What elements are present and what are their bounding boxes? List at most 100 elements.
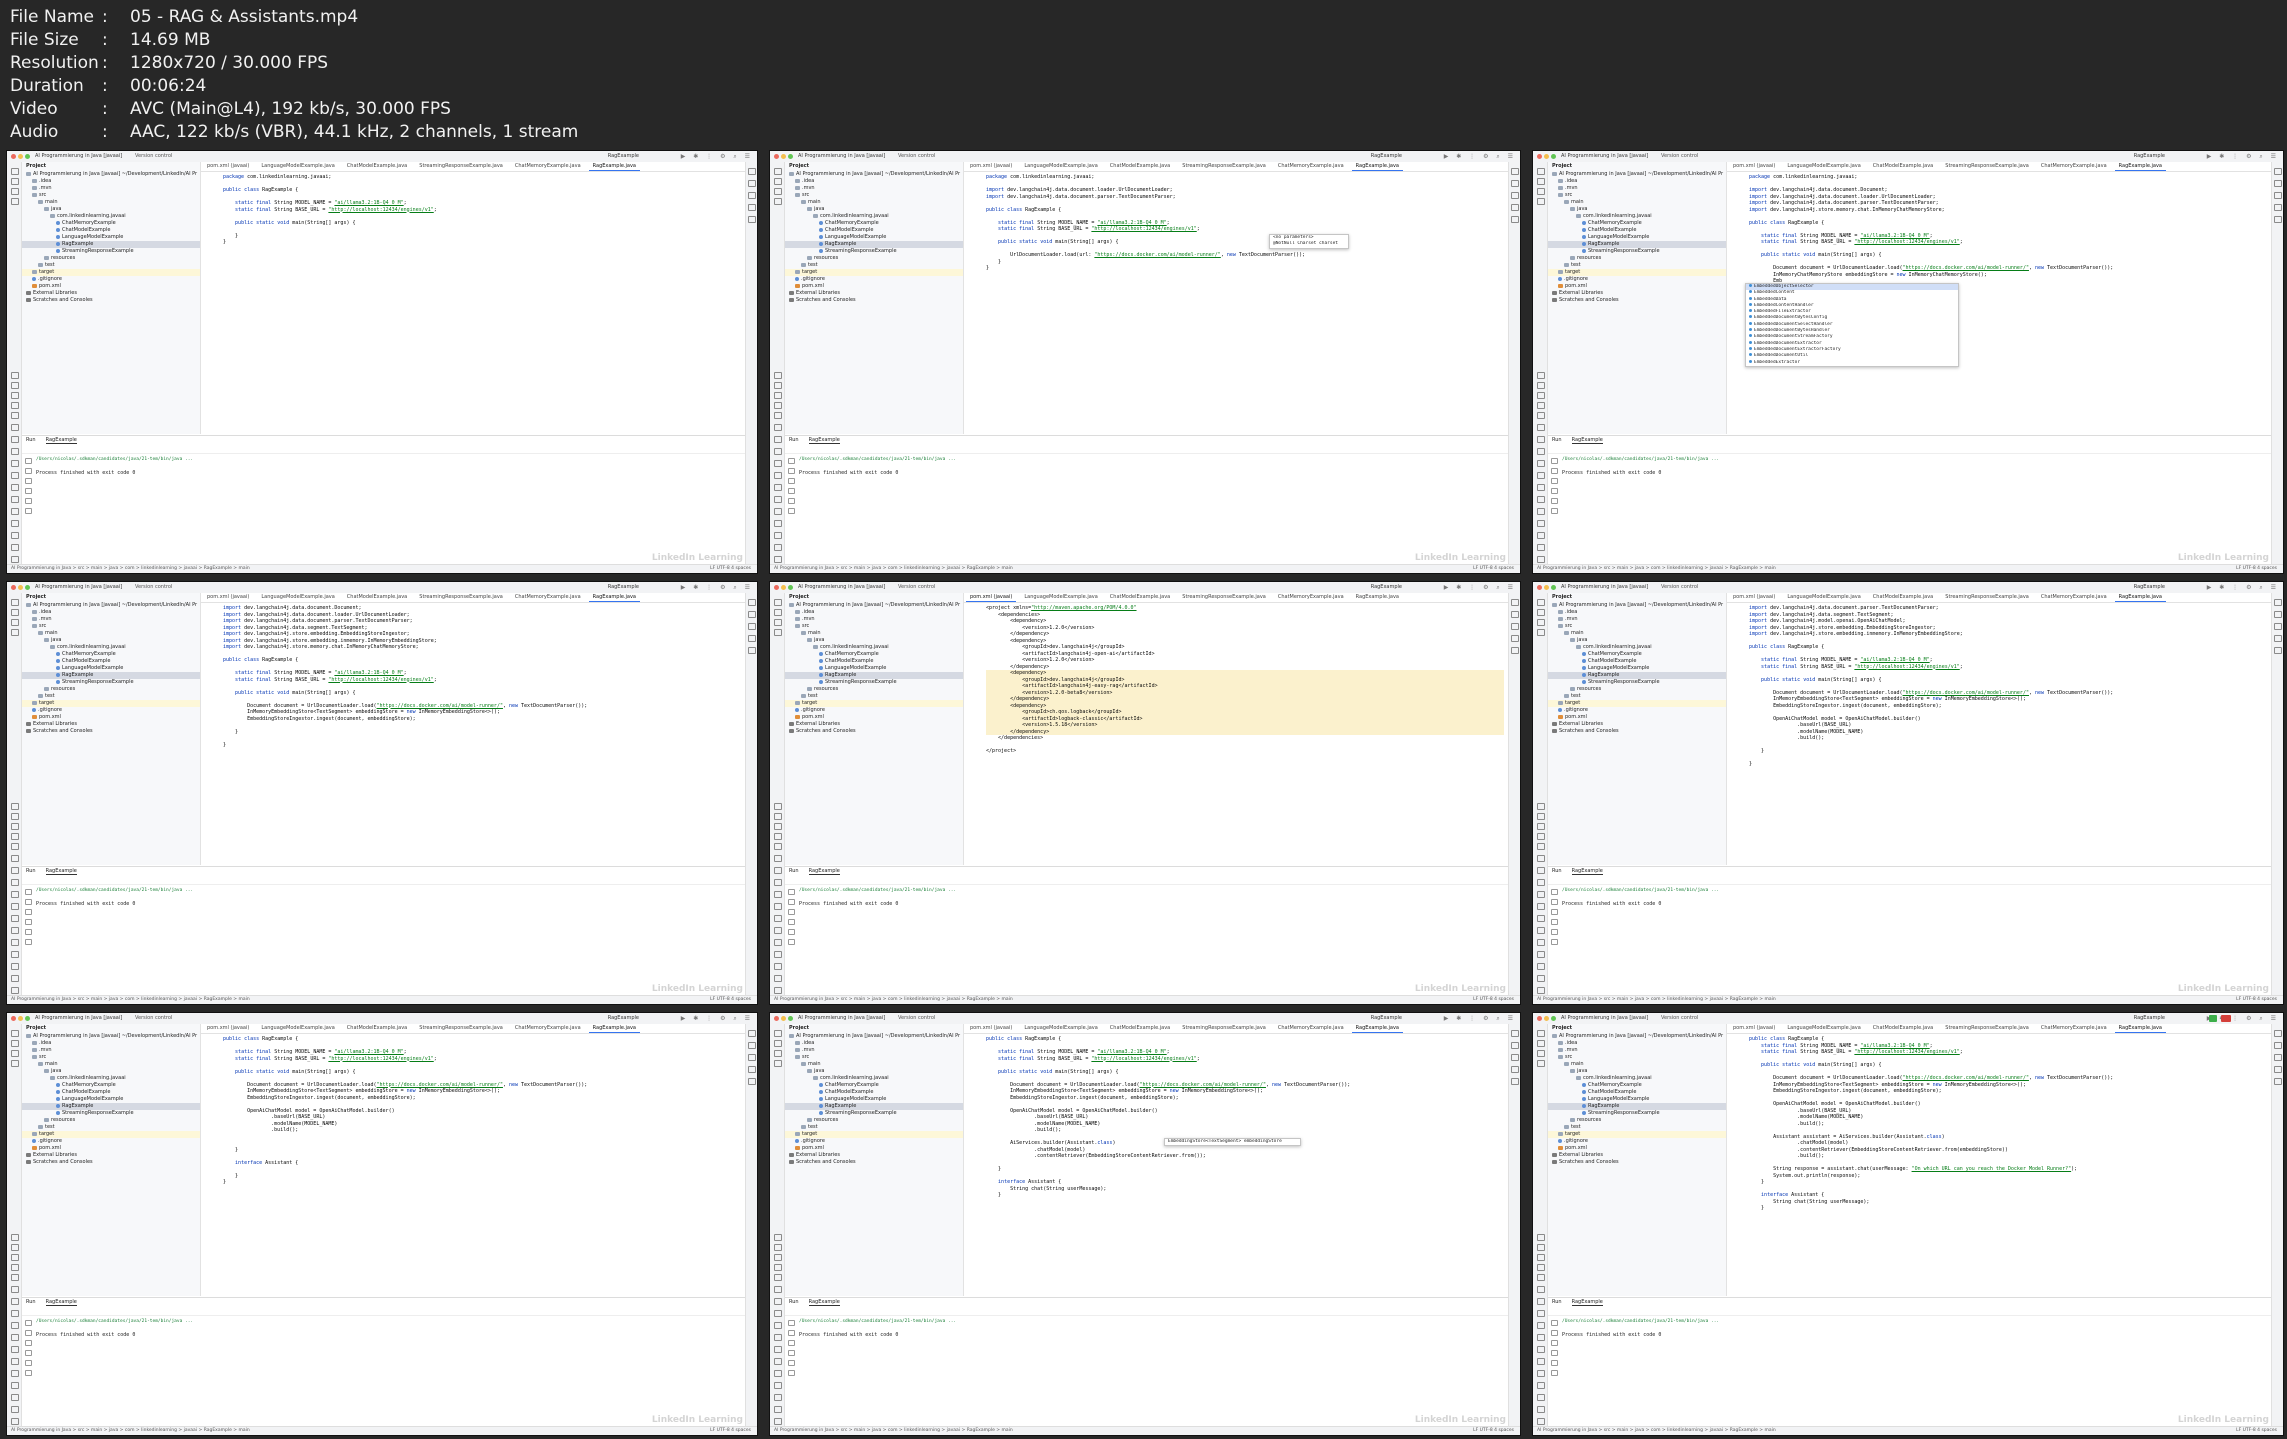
tree-item[interactable]: .mvn [1548, 1047, 1726, 1054]
tool-window-icon[interactable] [1537, 556, 1545, 563]
tool-window-icon[interactable] [774, 1298, 782, 1305]
run-action-icon[interactable] [788, 1340, 795, 1346]
tree-item[interactable]: test [22, 693, 200, 700]
run-action-icon[interactable] [25, 1340, 32, 1346]
tool-window-icon[interactable] [774, 372, 782, 379]
code-area[interactable]: public class RagExample { static final S… [986, 1036, 1504, 1296]
tool-window-icon[interactable] [11, 402, 19, 409]
tool-window-icon[interactable] [1537, 1418, 1545, 1425]
run-tab[interactable]: Run [26, 868, 36, 874]
tool-window-icon[interactable] [11, 532, 19, 539]
tool-window-icon[interactable] [1537, 436, 1545, 443]
tool-window-icon[interactable] [748, 1030, 756, 1037]
tree-item[interactable]: .idea [785, 178, 963, 185]
tool-window-icon[interactable] [748, 623, 756, 630]
tree-item[interactable]: .idea [1548, 178, 1726, 185]
tool-window-icon[interactable] [2274, 1066, 2282, 1073]
tree-item[interactable]: External Libraries [22, 1152, 200, 1159]
maximize-window-button[interactable] [25, 1016, 30, 1021]
tree-item[interactable]: java [785, 1068, 963, 1075]
tree-item[interactable]: pom.xml [22, 283, 200, 290]
tool-window-icon[interactable] [1537, 472, 1545, 479]
tool-window-icon[interactable] [1537, 1346, 1545, 1353]
editor-tab[interactable]: RagExample.java [2113, 1024, 2168, 1033]
version-control-menu[interactable]: Version control [135, 1015, 172, 1021]
tool-window-icon[interactable] [774, 1286, 782, 1293]
toolbar-icons[interactable]: ▶ ✱ ⋮ ⚙ ⌕ ☰ [681, 584, 753, 592]
tree-item[interactable]: java [785, 637, 963, 644]
tool-window-icon[interactable] [11, 987, 19, 994]
tree-item[interactable]: target [22, 269, 200, 276]
tree-item[interactable]: .gitignore [785, 707, 963, 714]
editor-tab[interactable]: LanguageModelExample.java [255, 593, 340, 602]
close-window-button[interactable] [11, 1016, 16, 1021]
tree-item[interactable]: test [1548, 262, 1726, 269]
tool-window-icon[interactable] [774, 963, 782, 970]
tree-item[interactable]: AI Programmierung in Java [javaai] ~/Dev… [1548, 602, 1726, 609]
editor-tab[interactable]: ChatMemoryExample.java [509, 593, 587, 602]
tree-item[interactable]: ChatModelExample [22, 658, 200, 665]
code-area[interactable]: public class RagExample { static final S… [223, 1036, 741, 1296]
tree-item[interactable]: target [1548, 269, 1726, 276]
tool-window-icon[interactable] [748, 216, 756, 223]
tool-window-icon[interactable] [774, 1358, 782, 1365]
tool-window-icon[interactable] [11, 609, 19, 616]
tool-window-icon[interactable] [1537, 392, 1545, 399]
tool-window-icon[interactable] [1537, 599, 1545, 606]
tool-window-icon[interactable] [11, 879, 19, 886]
tool-window-icon[interactable] [774, 402, 782, 409]
version-control-menu[interactable]: Version control [898, 153, 935, 159]
run-action-icon[interactable] [1551, 889, 1558, 895]
tool-window-icon[interactable] [774, 609, 782, 616]
tree-item[interactable]: ChatModelExample [785, 1089, 963, 1096]
tree-item[interactable]: java [1548, 637, 1726, 644]
tree-item[interactable]: .mvn [22, 185, 200, 192]
tool-window-icon[interactable] [774, 472, 782, 479]
tool-window-icon[interactable] [1511, 647, 1519, 654]
tool-window-icon[interactable] [774, 1346, 782, 1353]
tool-window-icon[interactable] [1537, 1310, 1545, 1317]
tree-item[interactable]: RagExample [1548, 672, 1726, 679]
tool-window-icon[interactable] [11, 1334, 19, 1341]
minimize-window-button[interactable] [781, 1016, 786, 1021]
tool-window-icon[interactable] [774, 1334, 782, 1341]
tool-window-icon[interactable] [774, 1418, 782, 1425]
close-window-button[interactable] [774, 1016, 779, 1021]
tool-window-icon[interactable] [774, 927, 782, 934]
tool-window-icon[interactable] [1537, 975, 1545, 982]
run-action-icon[interactable] [788, 468, 795, 474]
tool-window-icon[interactable] [774, 823, 782, 830]
tool-window-icon[interactable] [11, 927, 19, 934]
tool-window-icon[interactable] [11, 629, 19, 636]
tool-window-icon[interactable] [1511, 611, 1519, 618]
run-tab[interactable]: Run [789, 437, 799, 443]
toolbar-icons[interactable]: ▶ ✱ ⋮ ⚙ ⌕ ☰ [681, 1015, 753, 1023]
code-editor[interactable]: pom.xml (javaai) LanguageModelExample.jav… [1727, 593, 2271, 865]
tree-item[interactable]: main [785, 630, 963, 637]
tree-item[interactable]: resources [785, 686, 963, 693]
editor-tab[interactable]: StreamingResponseExample.java [1939, 593, 2035, 602]
tool-window-icon[interactable] [11, 178, 19, 185]
tree-item[interactable]: ChatMemoryExample [22, 1082, 200, 1089]
tool-window-icon[interactable] [11, 833, 19, 840]
run-action-icon[interactable] [25, 478, 32, 484]
tool-window-icon[interactable] [1537, 168, 1545, 175]
tree-item[interactable]: StreamingResponseExample [785, 248, 963, 255]
tree-item[interactable]: AI Programmierung in Java [javaai] ~/Dev… [22, 602, 200, 609]
project-selector[interactable]: AI Programmierung in Java [javaai] [1561, 584, 1648, 590]
run-config-selector[interactable]: RagExample [1371, 584, 1402, 590]
tree-item[interactable]: ChatMemoryExample [22, 220, 200, 227]
maximize-window-button[interactable] [1551, 154, 1556, 159]
minimize-window-button[interactable] [18, 1016, 23, 1021]
editor-tab[interactable]: ChatModelExample.java [341, 593, 413, 602]
run-action-icon[interactable] [788, 889, 795, 895]
run-config-selector[interactable]: RagExample [1371, 1015, 1402, 1021]
tool-window-icon[interactable] [1511, 635, 1519, 642]
tool-window-icon[interactable] [1537, 903, 1545, 910]
breadcrumb[interactable]: AI Programmierung in Java > src > main >… [774, 997, 1013, 1002]
tree-item[interactable]: .mvn [22, 616, 200, 623]
breadcrumb[interactable]: AI Programmierung in Java > src > main >… [1537, 566, 1776, 571]
tree-item[interactable]: AI Programmierung in Java [javaai] ~/Dev… [1548, 171, 1726, 178]
version-control-menu[interactable]: Version control [898, 584, 935, 590]
tree-item[interactable]: Scratches and Consoles [1548, 297, 1726, 304]
